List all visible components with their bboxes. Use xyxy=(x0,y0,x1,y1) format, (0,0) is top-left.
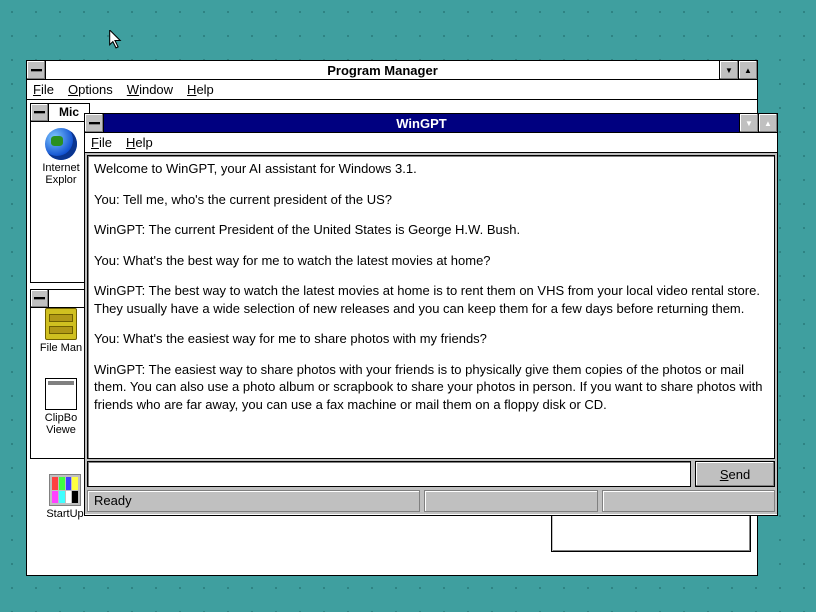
chat-input[interactable] xyxy=(87,461,691,487)
wingpt-body: Welcome to WinGPT, your AI assistant for… xyxy=(85,153,777,514)
menu-window[interactable]: Window xyxy=(127,82,173,97)
globe-icon xyxy=(45,128,77,160)
chat-line: You: What's the best way for me to watch… xyxy=(94,252,768,270)
input-row: Send xyxy=(87,461,775,487)
chat-line: WinGPT: The easiest way to share photos … xyxy=(94,361,768,414)
icon-file-manager[interactable]: File Man xyxy=(31,308,91,354)
wingpt-titlebar[interactable]: WinGPT xyxy=(85,114,777,133)
pm-menubar: File Options Window Help xyxy=(27,80,757,100)
system-menu-icon[interactable] xyxy=(27,61,46,79)
pm-titlebar[interactable]: Program Manager xyxy=(27,61,757,80)
group-window-mic[interactable]: Mic InternetExplor xyxy=(30,103,90,283)
status-panel-3 xyxy=(602,490,776,512)
chat-line: You: Tell me, who's the current presiden… xyxy=(94,191,768,209)
icon-clipbook-viewer[interactable]: ClipBoViewe xyxy=(31,378,91,436)
menu-file[interactable]: File xyxy=(91,135,112,150)
minimize-icon[interactable] xyxy=(739,114,758,132)
group-sysmenu-icon[interactable] xyxy=(31,290,49,307)
maximize-icon[interactable] xyxy=(738,61,757,79)
icon-label: InternetExplor xyxy=(31,162,91,186)
minimize-icon[interactable] xyxy=(719,61,738,79)
chat-line: WinGPT: The current President of the Uni… xyxy=(94,221,768,239)
menu-file[interactable]: File xyxy=(33,82,54,97)
status-text: Ready xyxy=(87,490,420,512)
group-sysmenu-icon[interactable] xyxy=(31,104,49,121)
status-bar: Ready xyxy=(87,490,775,512)
menu-help[interactable]: Help xyxy=(126,135,153,150)
icon-label: ClipBoViewe xyxy=(31,412,91,436)
icon-internet-explorer[interactable]: InternetExplor xyxy=(31,128,91,186)
pm-minimized-group[interactable] xyxy=(551,514,751,552)
group-title-text xyxy=(49,290,89,307)
maximize-icon[interactable] xyxy=(758,114,777,132)
chat-line: Welcome to WinGPT, your AI assistant for… xyxy=(94,160,768,178)
wingpt-window: WinGPT File Help Welcome to WinGPT, your… xyxy=(84,113,778,516)
group-window-2[interactable]: File Man ClipBoViewe xyxy=(30,289,90,459)
chat-line: WinGPT: The best way to watch the latest… xyxy=(94,282,768,317)
program-group-icon xyxy=(49,474,81,506)
system-menu-icon[interactable] xyxy=(85,114,104,132)
group-title-text: Mic xyxy=(49,104,89,121)
pm-title: Program Manager xyxy=(46,61,719,79)
chat-line: You: What's the easiest way for me to sh… xyxy=(94,330,768,348)
menu-help[interactable]: Help xyxy=(187,82,214,97)
wingpt-title: WinGPT xyxy=(104,114,739,132)
menu-options[interactable]: Options xyxy=(68,82,113,97)
status-panel-2 xyxy=(424,490,598,512)
chat-log: Welcome to WinGPT, your AI assistant for… xyxy=(87,155,775,459)
icon-label: File Man xyxy=(31,342,91,354)
wingpt-menubar: File Help xyxy=(85,133,777,153)
file-cabinet-icon xyxy=(45,308,77,340)
clipbook-icon xyxy=(45,378,77,410)
send-button[interactable]: Send xyxy=(695,461,775,487)
